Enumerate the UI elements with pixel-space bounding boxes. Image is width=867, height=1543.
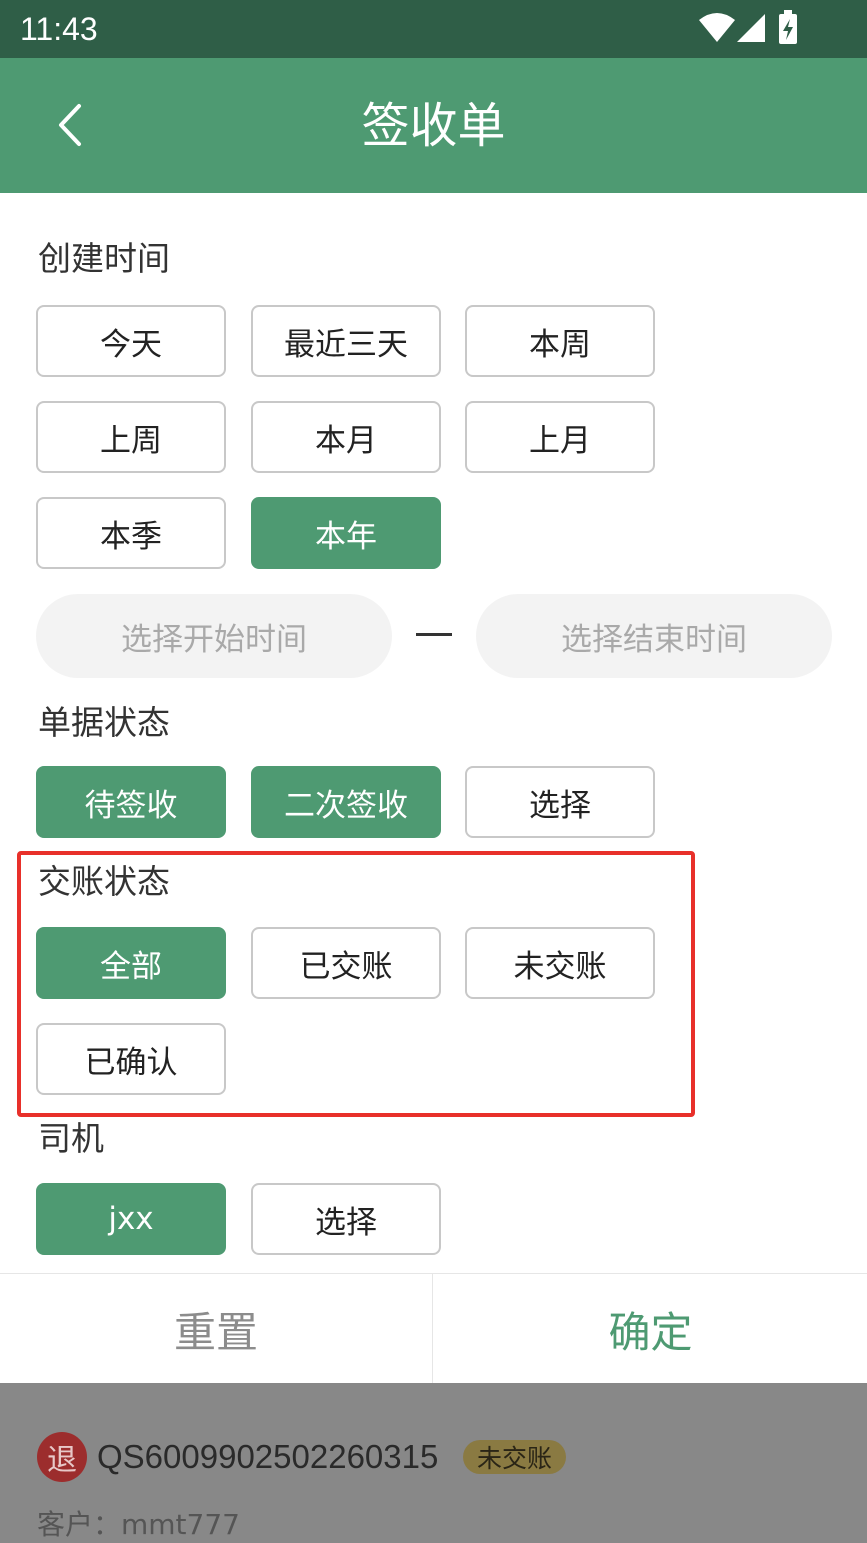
settle-status-label: 交账状态: [38, 862, 170, 901]
chip-last-week[interactable]: 上周: [36, 401, 226, 473]
confirm-button[interactable]: 确定: [434, 1274, 867, 1384]
chip-driver-select[interactable]: 选择: [251, 1183, 441, 1255]
chip-this-week[interactable]: 本周: [465, 305, 655, 377]
chip-settle-all[interactable]: 全部: [36, 927, 226, 999]
customer-text: 客户：mmt777: [37, 1508, 240, 1541]
signal-icon: [737, 14, 765, 42]
start-date-picker[interactable]: 选择开始时间: [36, 594, 392, 678]
chip-this-quarter[interactable]: 本季: [36, 497, 226, 569]
created-time-label: 创建时间: [38, 239, 170, 278]
date-range-dash: [416, 633, 452, 636]
chip-settled[interactable]: 已交账: [251, 927, 441, 999]
chip-today[interactable]: 今天: [36, 305, 226, 377]
return-badge: 退: [37, 1432, 87, 1482]
chip-this-month[interactable]: 本月: [251, 401, 441, 473]
chip-confirmed[interactable]: 已确认: [36, 1023, 226, 1095]
doc-status-label: 单据状态: [38, 703, 170, 742]
reset-button[interactable]: 重置: [0, 1274, 433, 1384]
chip-unsettled[interactable]: 未交账: [465, 927, 655, 999]
chip-pending-sign[interactable]: 待签收: [36, 766, 226, 838]
dimmed-background-list[interactable]: 退 QS6009902502260315 未交账 客户：mmt777: [0, 1383, 867, 1543]
status-time: 11:43: [20, 11, 98, 47]
chip-last-three-days[interactable]: 最近三天: [251, 305, 441, 377]
order-number: QS6009902502260315: [97, 1438, 439, 1475]
chip-driver-jxx[interactable]: jxx: [36, 1183, 226, 1255]
battery-icon: [779, 10, 797, 44]
status-bar: 11:43: [0, 0, 867, 58]
filter-panel: 创建时间 今天 最近三天 本周 上周 本月 上月 本季 本年 选择开始时间 选择…: [0, 193, 867, 1273]
end-date-picker[interactable]: 选择结束时间: [476, 594, 832, 678]
bottom-action-bar: 重置 确定: [0, 1273, 867, 1384]
status-badge: 未交账: [463, 1440, 567, 1474]
driver-label: 司机: [38, 1119, 104, 1158]
status-icons: [697, 10, 807, 46]
chip-doc-status-select[interactable]: 选择: [465, 766, 655, 838]
app-bar: 签收单: [0, 58, 867, 193]
chip-this-year[interactable]: 本年: [251, 497, 441, 569]
wifi-icon: [699, 13, 735, 42]
page-title: 签收单: [361, 98, 506, 154]
chip-last-month[interactable]: 上月: [465, 401, 655, 473]
chip-second-sign[interactable]: 二次签收: [251, 766, 441, 838]
